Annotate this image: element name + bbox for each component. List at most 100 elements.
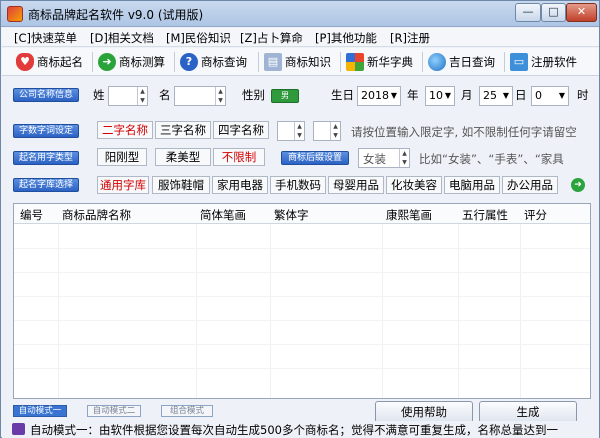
option-four-char[interactable]: 四字名称 [213, 121, 269, 139]
toolbar-luckyday-label: 吉日查询 [449, 55, 495, 69]
toolbar-evaluate-button[interactable]: ➜ 商标测算 [98, 50, 165, 74]
suffix-value: 女装 [363, 152, 386, 166]
grid-line [14, 368, 590, 369]
month-value: 10 [429, 89, 443, 102]
spin-arrows-icon[interactable]: ▲ ▼ [330, 122, 340, 140]
toolbar-divider [422, 52, 423, 72]
name-label: 名 [159, 88, 171, 102]
day-select[interactable]: 25 ▼ [479, 86, 513, 106]
grid-line [14, 320, 590, 321]
spin-arrows-icon[interactable]: ▲ ▼ [215, 87, 225, 105]
char-type-button[interactable]: 起名用字类型 [13, 151, 79, 165]
option-two-char[interactable]: 二字名称 [97, 121, 153, 139]
month-label: 月 [461, 88, 473, 102]
day-value: 25 [483, 89, 497, 102]
library-appliances[interactable]: 家用电器 [212, 176, 268, 194]
suffix-hint: 比如“女装”、“手表”、“家具 [419, 152, 564, 166]
suffix-input[interactable]: 女装 ▲ ▼ [358, 148, 410, 168]
toolbar-naming-button[interactable]: ♥ 商标起名 [16, 50, 83, 74]
hour-label: 时 [577, 88, 589, 102]
birthday-label: 生日 [331, 88, 354, 102]
library-office[interactable]: 办公用品 [502, 176, 558, 194]
option-feminine[interactable]: 柔美型 [155, 148, 211, 166]
gender-toggle[interactable]: 男 [271, 89, 299, 103]
column-header-id[interactable]: 编号 [20, 207, 43, 223]
toolbar-query-button[interactable]: ? 商标查询 [180, 50, 247, 74]
app-logo-icon [7, 6, 23, 22]
option-masculine[interactable]: 阳刚型 [97, 148, 147, 166]
minimize-button[interactable]: — [515, 3, 541, 22]
chevron-down-icon: ▼ [390, 91, 397, 100]
globe-icon [428, 53, 446, 71]
tab-combo-mode[interactable]: 组合模式 [161, 405, 213, 417]
menu-bar: [C]快速菜单 [D]相关文档 [M]民俗知识 [Z]占卜算命 [P]其他功能 … [2, 28, 599, 47]
word-count-button[interactable]: 字数字词设定 [13, 124, 79, 138]
suffix-settings-button[interactable]: 商标后缀设置 [281, 151, 349, 165]
spin-arrows-icon[interactable]: ▲ ▼ [294, 122, 304, 140]
column-header-five-elements[interactable]: 五行属性 [462, 207, 508, 223]
status-text: 自动模式一：由软件根据您设置每次自动生成500多个商标名；觉得不满意可重复生成，… [30, 423, 558, 437]
given-name-input[interactable]: ▲ ▼ [174, 86, 226, 106]
question-icon: ? [180, 53, 198, 71]
toolbar-knowledge-button[interactable]: ▤ 商标知识 [264, 50, 331, 74]
toolbar-dictionary-label: 新华字典 [367, 55, 413, 69]
book-icon [12, 423, 25, 435]
maximize-button[interactable]: □ [541, 3, 566, 22]
grid-line [14, 272, 590, 273]
menu-other[interactable]: [P]其他功能 [315, 30, 377, 46]
company-info-button[interactable]: 公司名称信息 [13, 88, 79, 102]
menu-divination[interactable]: [Z]占卜算命 [240, 30, 303, 46]
grid-line [14, 344, 590, 345]
column-header-simplified-strokes[interactable]: 简体笔画 [200, 207, 246, 223]
column-header-traditional[interactable]: 繁体字 [274, 207, 309, 223]
column-header-score[interactable]: 评分 [524, 207, 547, 223]
toolbar-knowledge-label: 商标知识 [285, 55, 331, 69]
menu-folk[interactable]: [M]民俗知识 [166, 30, 231, 46]
char-library-button[interactable]: 起名字库选择 [13, 178, 79, 192]
library-baby[interactable]: 母婴用品 [328, 176, 384, 194]
option-three-char[interactable]: 三字名称 [155, 121, 211, 139]
menu-quick[interactable]: [C]快速菜单 [14, 30, 77, 46]
grid-line [520, 224, 521, 398]
option-unrestricted[interactable]: 不限制 [213, 148, 265, 166]
toolbar-dictionary-button[interactable]: 新华字典 [346, 50, 413, 74]
spin-arrows-icon[interactable]: ▲ ▼ [137, 87, 147, 105]
generate-button[interactable]: 生成 [479, 401, 577, 423]
title-bar: 商标品牌起名软件 v9.0 (试用版) — □ ✕ [1, 1, 599, 27]
surname-input[interactable]: ▲ ▼ [108, 86, 148, 106]
chevron-down-icon: ▼ [444, 91, 451, 100]
tab-auto-mode-1[interactable]: 自动模式一 [13, 405, 67, 417]
fixed-char-1-input[interactable]: ▲ ▼ [277, 121, 305, 141]
help-button[interactable]: 使用帮助 [375, 401, 473, 423]
library-computer[interactable]: 电脑用品 [444, 176, 500, 194]
word-count-hint: 请按位置输入限定字, 如不限制任何字请留空 [351, 125, 577, 139]
toolbar-divider [504, 52, 505, 72]
surname-label: 姓 [93, 88, 105, 102]
column-header-name[interactable]: 商标品牌名称 [62, 207, 131, 223]
tab-auto-mode-2[interactable]: 自动模式二 [87, 405, 141, 417]
library-general[interactable]: 通用字库 [97, 176, 149, 194]
library-apparel[interactable]: 服饰鞋帽 [152, 176, 210, 194]
year-select[interactable]: 2018 ▼ [357, 86, 401, 106]
results-table[interactable]: 编号 商标品牌名称 简体笔画 繁体字 康熙笔画 五行属性 评分 [13, 203, 591, 399]
toolbar-divider [340, 52, 341, 72]
toolbar-luckyday-button[interactable]: 吉日查询 [428, 50, 495, 74]
library-digital[interactable]: 手机数码 [270, 176, 326, 194]
close-button[interactable]: ✕ [566, 3, 597, 22]
menu-register[interactable]: [R]注册 [390, 30, 430, 46]
spin-arrows-icon[interactable]: ▲ ▼ [399, 149, 409, 167]
table-header: 编号 商标品牌名称 简体笔画 繁体字 康熙笔画 五行属性 评分 [14, 204, 590, 224]
hour-select[interactable]: 0 ▼ [531, 86, 569, 106]
column-header-kangxi-strokes[interactable]: 康熙笔画 [386, 207, 432, 223]
next-arrow-icon[interactable]: ➜ [571, 178, 585, 192]
fixed-char-2-input[interactable]: ▲ ▼ [313, 121, 341, 141]
grid-line [458, 224, 459, 398]
menu-docs[interactable]: [D]相关文档 [90, 30, 154, 46]
toolbar-register-button[interactable]: ▭ 注册软件 [510, 50, 577, 74]
library-cosmetics[interactable]: 化妆美容 [386, 176, 442, 194]
year-label: 年 [407, 88, 419, 102]
toolbar-naming-label: 商标起名 [37, 55, 83, 69]
grid-line [58, 224, 59, 398]
gender-label: 性别 [242, 88, 265, 102]
month-select[interactable]: 10 ▼ [425, 86, 455, 106]
